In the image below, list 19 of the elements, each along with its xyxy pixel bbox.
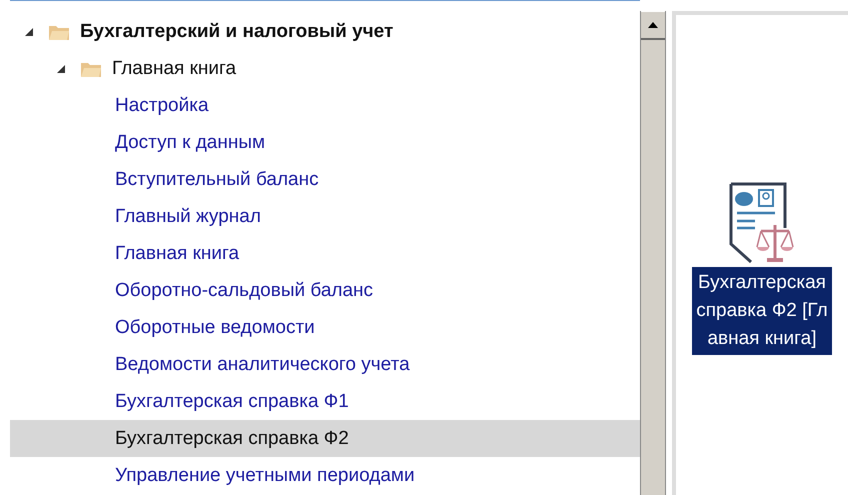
tree-item[interactable]: Ведомости аналитического учета (10, 346, 640, 383)
shortcut-label[interactable]: Бухгалтерская справка Ф2 [Главная книга] (692, 267, 832, 355)
tree-item[interactable]: Бухгалтерский и налоговый учет (80, 20, 394, 42)
tree-item[interactable]: Главная книга (10, 235, 640, 272)
up-arrow-icon (648, 22, 658, 28)
tree-item[interactable]: Бухгалтерская справка Ф1 (10, 383, 640, 420)
expand-triangle-icon[interactable] (24, 26, 34, 36)
tree-item[interactable]: Оборотные ведомости (10, 309, 640, 346)
scroll-up-button[interactable] (641, 11, 665, 40)
tree-item[interactable]: Оборотно-сальдовый баланс (10, 272, 640, 309)
tree-item[interactable]: Настройка (10, 87, 640, 124)
tree-item[interactable]: Главная книга (112, 58, 236, 80)
tree-item[interactable]: Вступительный баланс (10, 161, 640, 198)
tree-item[interactable]: Доступ к данным (10, 124, 640, 161)
scrollbar[interactable] (640, 11, 666, 495)
tree-item[interactable]: Главный журнал (10, 198, 640, 235)
tree-item[interactable]: Бухгалтерская справка Ф2 (10, 420, 640, 457)
tree-item[interactable]: Управление учетными периодами (10, 457, 640, 494)
expand-triangle-icon[interactable] (56, 64, 66, 74)
